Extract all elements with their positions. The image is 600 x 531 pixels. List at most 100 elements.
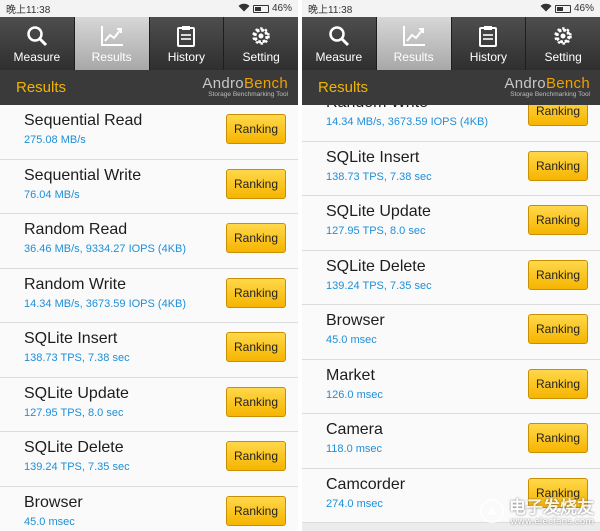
wifi-icon	[540, 3, 552, 15]
ranking-button[interactable]: Ranking	[528, 368, 588, 399]
status-bar: 晚上11:38 46%	[302, 0, 600, 17]
tab-label: History	[469, 49, 508, 64]
clipboard-icon	[478, 24, 498, 48]
tab-label: History	[167, 49, 206, 64]
test-name: Browser	[24, 493, 83, 511]
phone-screen-right: 晚上11:38 46% Measure Results History Sett…	[302, 0, 600, 531]
watermark-url: www.elecfans.com	[510, 516, 594, 527]
result-row: Browser 45.0 msec Ranking	[302, 305, 600, 360]
result-row: Random Write 14.34 MB/s, 3673.59 IOPS (4K…	[302, 105, 600, 142]
result-row: Random Write 14.34 MB/s, 3673.59 IOPS (4K…	[0, 268, 298, 323]
gear-icon	[250, 24, 272, 48]
androbench-logo: AndroBench Storage Benchmarking Tool	[504, 75, 590, 99]
tab-history[interactable]: History	[452, 17, 527, 70]
result-row: Random Read 36.46 MB/s, 9334.27 IOPS (4KB…	[0, 214, 298, 269]
ranking-button[interactable]: Ranking	[528, 423, 588, 453]
test-result: 138.73 TPS, 7.38 sec	[24, 352, 130, 364]
status-time: 晚上11:38	[308, 5, 353, 16]
test-name: Sequential Write	[24, 166, 142, 184]
test-name: Random Write	[24, 275, 126, 293]
result-row: SQLite Update 127.95 TPS, 8.0 sec Ranking	[0, 377, 298, 432]
search-icon	[26, 24, 48, 48]
test-result: 45.0 msec	[326, 334, 377, 346]
ranking-button[interactable]: Ranking	[226, 441, 286, 471]
test-result: 274.0 msec	[326, 497, 383, 510]
ranking-button[interactable]: Ranking	[226, 114, 286, 144]
battery-icon	[554, 4, 571, 13]
test-result: 45.0 msec	[24, 515, 75, 528]
tab-label: Setting	[544, 49, 582, 64]
test-result: 127.95 TPS, 8.0 sec	[24, 406, 124, 419]
test-result: 14.34 MB/s, 3673.59 IOPS (4KB)	[24, 297, 187, 310]
tab-label: Measure	[13, 49, 61, 64]
status-bar: 晚上11:38 46%	[0, 0, 298, 17]
ranking-button[interactable]: Ranking	[528, 105, 588, 126]
ranking-button[interactable]: Ranking	[226, 386, 286, 417]
ranking-button[interactable]: Ranking	[226, 332, 286, 362]
phone-screen-left: 晚上11:38 46% Measure Results History Sett…	[0, 0, 298, 531]
tab-bar: Measure Results History Setting	[0, 17, 298, 70]
tab-measure[interactable]: Measure	[302, 17, 377, 70]
tab-bar: Measure Results History Setting	[302, 17, 600, 70]
test-name: SQLite Update	[326, 203, 431, 220]
test-name: SQLite Delete	[326, 257, 426, 275]
test-name: SQLite Delete	[24, 439, 124, 456]
search-icon	[328, 24, 350, 48]
tab-label: Measure	[315, 49, 363, 64]
result-row: SQLite Delete 139.24 TPS, 7.35 sec Ranking	[302, 250, 600, 305]
result-row: Market 126.0 msec Ranking	[302, 359, 600, 414]
ranking-button[interactable]: Ranking	[528, 259, 588, 290]
tab-setting[interactable]: Setting	[526, 17, 600, 70]
test-name: Random Write	[326, 105, 428, 112]
result-row: SQLite Delete 139.24 TPS, 7.35 sec Ranking	[0, 432, 298, 487]
ranking-button[interactable]: Ranking	[226, 495, 286, 526]
wifi-icon	[238, 3, 250, 15]
tab-label: Results	[393, 49, 434, 64]
battery-icon	[252, 4, 269, 13]
test-name: SQLite Insert	[326, 148, 420, 166]
results-header: Results AndroBench Storage Benchmarking …	[302, 70, 600, 105]
results-list[interactable]: Sequential Read 275.08 MB/s Ranking Sequent…	[0, 105, 298, 531]
watermark: 电子发烧友 www.elecfans.com	[479, 498, 594, 529]
test-result: 118.0 msec	[326, 443, 383, 455]
ranking-button[interactable]: Ranking	[528, 150, 588, 181]
androbench-logo: AndroBench Storage Benchmarking Tool	[202, 75, 288, 99]
test-result: 36.46 MB/s, 9334.27 IOPS (4KB)	[24, 243, 187, 255]
result-row: SQLite Update 127.95 TPS, 8.0 sec Ranking	[302, 196, 600, 251]
watermark-text: 电子发烧友	[509, 497, 594, 518]
page-title: Results	[16, 79, 67, 96]
results-list[interactable]: Random Write 14.34 MB/s, 3673.59 IOPS (4K…	[302, 105, 600, 531]
tab-results[interactable]: Results	[74, 17, 150, 70]
screenshot-pair: 晚上11:38 46% Measure Results History Sett…	[0, 0, 600, 531]
result-row: Sequential Write 76.04 MB/s Ranking	[0, 159, 298, 214]
ranking-button[interactable]: Ranking	[528, 314, 588, 344]
tab-label: Results	[91, 49, 132, 64]
tab-label: Setting	[242, 49, 280, 64]
tab-measure[interactable]: Measure	[0, 17, 75, 70]
test-name: SQLite Insert	[24, 330, 118, 347]
ranking-button[interactable]: Ranking	[226, 223, 286, 253]
ranking-button[interactable]: Ranking	[226, 168, 286, 199]
battery-percent: 46%	[573, 3, 594, 14]
test-name: Camcorder	[326, 475, 406, 493]
ranking-button[interactable]: Ranking	[226, 277, 286, 308]
test-result: 127.95 TPS, 8.0 sec	[326, 225, 426, 237]
chart-icon	[402, 24, 426, 48]
test-result: 126.0 msec	[326, 388, 383, 401]
result-row: SQLite Insert 138.73 TPS, 7.38 sec Ranking	[0, 323, 298, 378]
test-name: Sequential Read	[24, 112, 143, 129]
tab-history[interactable]: History	[150, 17, 225, 70]
ranking-button[interactable]: Ranking	[528, 205, 588, 235]
clipboard-icon	[176, 24, 196, 48]
test-result: 139.24 TPS, 7.35 sec	[24, 461, 130, 473]
test-name: SQLite Update	[24, 384, 129, 402]
results-header: Results AndroBench Storage Benchmarking …	[0, 70, 298, 105]
battery-percent: 46%	[271, 3, 292, 14]
result-row: Browser 45.0 msec Ranking	[0, 486, 298, 531]
chart-icon	[100, 24, 124, 48]
tab-results[interactable]: Results	[376, 17, 452, 70]
test-result: 275.08 MB/s	[24, 134, 86, 146]
tab-setting[interactable]: Setting	[224, 17, 298, 70]
page-title: Results	[318, 79, 369, 96]
gear-icon	[552, 24, 574, 48]
